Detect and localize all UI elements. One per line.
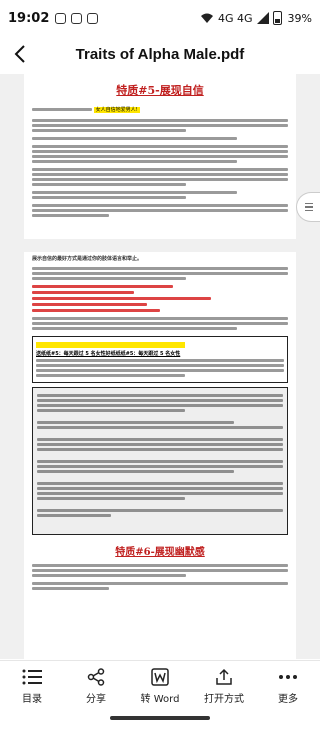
highlight-line: 女人自信地爱男人!: [32, 106, 288, 114]
paragraph: [32, 204, 288, 217]
wifi-icon: [201, 13, 213, 23]
back-button[interactable]: [0, 36, 40, 72]
more-label: 更多: [278, 694, 298, 705]
status-time: 19:02: [8, 10, 50, 26]
app-notification-icon: [87, 12, 99, 24]
paragraph: [32, 137, 288, 140]
pdf-page: 展示自信的最好方式是通过你的肢体语言和举止。 送纸纸#5：每天跟过 5 名女性好…: [24, 252, 296, 659]
paragraph: [32, 191, 288, 199]
open-with-icon: [214, 668, 234, 686]
open-with-button[interactable]: 打开方式: [194, 668, 254, 705]
notification-icons: [55, 12, 99, 24]
paragraph: [32, 564, 288, 577]
boxed-bold-line: 送纸纸#5：每天跟过 5 名女性好纸纸纸#5：每天跟过 5 名女性: [36, 351, 181, 357]
title-bar: Traits of Alpha Male.pdf: [0, 36, 320, 72]
signal-label: 4G 4G: [218, 11, 253, 25]
more-icon: [278, 668, 298, 686]
more-button[interactable]: 更多: [258, 668, 318, 705]
toc-label: 目录: [22, 694, 42, 705]
convert-word-button[interactable]: 转 Word: [130, 668, 190, 705]
share-label: 分享: [86, 694, 106, 705]
share-button[interactable]: 分享: [66, 668, 126, 705]
bottom-toolbar: 目录 分享 转 Word 打开方式 更多: [0, 660, 320, 712]
paragraph: [32, 145, 288, 163]
paragraph: [32, 168, 288, 186]
pdf-viewer[interactable]: 特质#5-展现自信 女人自信地爱男人! 展示自信的最好方式是通过你的肢体语言和举…: [0, 74, 320, 659]
boxed-section: 送纸纸#5：每天跟过 5 名女性好纸纸纸#5：每天跟过 5 名女性: [32, 336, 288, 383]
status-right: 4G 4G 39%: [200, 11, 312, 25]
app-notification-icon: [71, 12, 83, 24]
toc-button[interactable]: 目录: [2, 668, 62, 705]
home-indicator[interactable]: [110, 716, 210, 720]
word-convert-icon: [150, 668, 170, 686]
chevron-left-icon: [14, 45, 25, 63]
share-icon: [86, 668, 106, 686]
highlight-bar: [36, 342, 185, 348]
paragraph: [32, 582, 288, 590]
paragraph: [32, 119, 288, 132]
document-title: Traits of Alpha Male.pdf: [75, 45, 245, 63]
section-heading: 特质#5-展现自信: [116, 84, 204, 97]
battery-icon: [272, 11, 284, 25]
signal-icon: [256, 12, 269, 24]
paragraph: [32, 267, 288, 280]
section-heading: 特质#6-展现幽默感: [115, 547, 205, 558]
convert-word-label: 转 Word: [140, 694, 180, 705]
status-bar: 19:02 4G 4G 39%: [0, 0, 320, 36]
list-icon: [22, 668, 42, 686]
red-list: [32, 285, 288, 312]
paragraph: [32, 317, 288, 330]
battery-percent: 39%: [287, 11, 312, 25]
highlighted-text: 女人自信地爱男人!: [93, 107, 140, 113]
pdf-page: 特质#5-展现自信 女人自信地爱男人!: [24, 74, 296, 239]
app-notification-icon: [55, 12, 67, 24]
open-with-label: 打开方式: [204, 694, 244, 705]
gray-quote-box: [32, 387, 288, 535]
scroll-handle[interactable]: [296, 192, 320, 222]
bold-intro-text: 展示自信的最好方式是通过你的肢体语言和举止。: [32, 256, 143, 262]
